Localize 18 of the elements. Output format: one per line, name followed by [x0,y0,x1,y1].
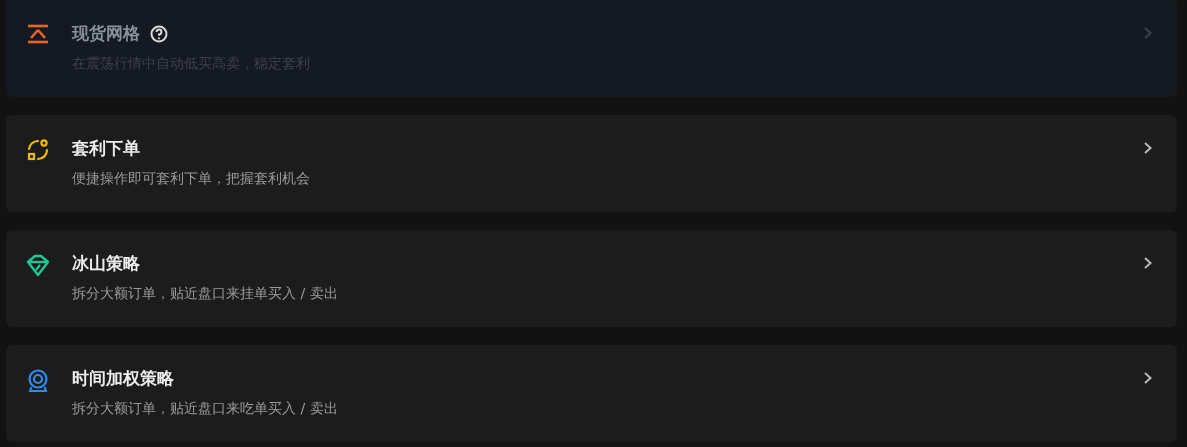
cycle-icon [26,138,50,162]
chevron-right-icon [1143,256,1153,270]
strategy-card[interactable]: 套利下单 便捷操作即可套利下单，把握套利机会 [6,115,1177,212]
strategy-title: 冰山策略 [72,252,140,275]
strategy-description: 拆分大额订单，贴近盘口来挂单买入 / 卖出 [72,285,339,303]
strategy-card[interactable]: 时间加权策略 拆分大额订单，贴近盘口来吃单买入 / 卖出 [6,345,1177,442]
gem-icon [26,253,50,277]
strategy-title: 套利下单 [72,137,140,160]
grid-icon [26,23,50,45]
strategy-title: 时间加权策略 [72,367,174,390]
coin-icon [26,368,50,392]
strategy-description: 拆分大额订单，贴近盘口来吃单买入 / 卖出 [72,400,339,418]
chevron-right-icon [1143,26,1153,40]
strategy-card[interactable]: 冰山策略 拆分大额订单，贴近盘口来挂单买入 / 卖出 [6,230,1177,327]
chevron-right-icon [1143,371,1153,385]
strategy-description: 便捷操作即可套利下单，把握套利机会 [72,170,311,188]
strategy-title: 现货网格 [72,22,140,45]
chevron-right-icon [1143,141,1153,155]
